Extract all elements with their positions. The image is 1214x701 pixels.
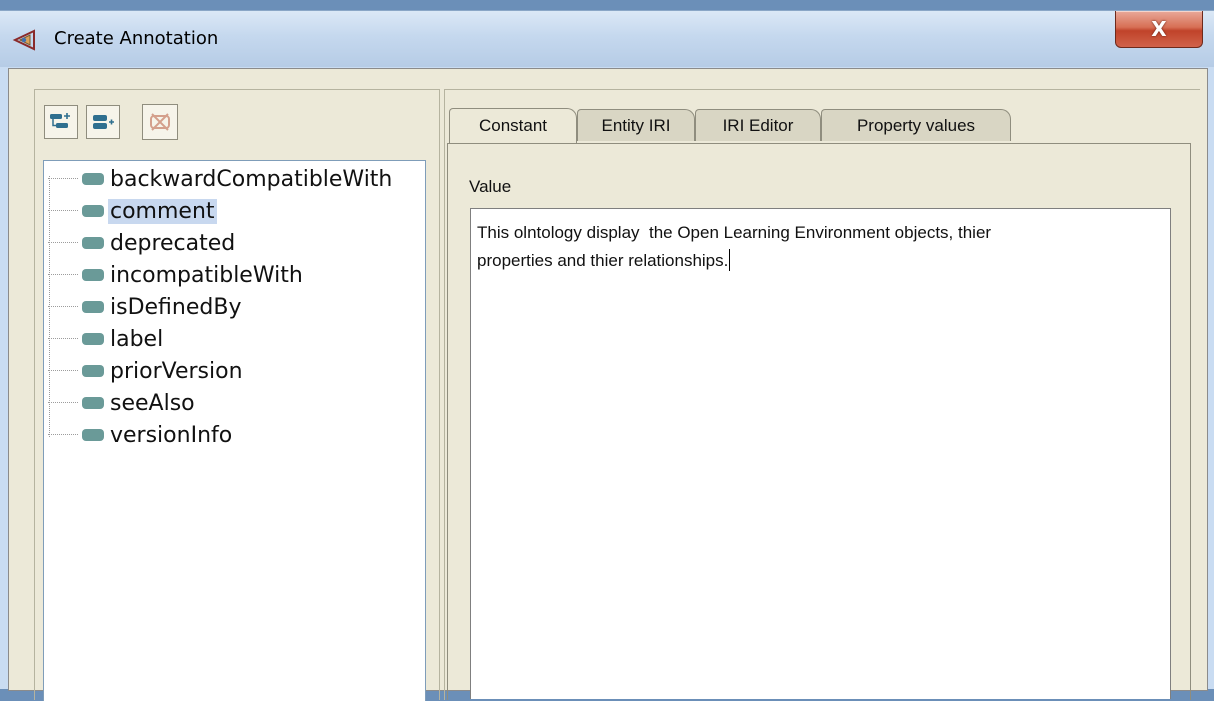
tab-entity-iri[interactable]: Entity IRI [577, 109, 695, 141]
tree-item-seealso[interactable]: seeAlso [44, 388, 197, 418]
text-caret [729, 249, 731, 271]
close-icon: X [1151, 17, 1167, 41]
tree-item-label-prop[interactable]: label [44, 324, 165, 354]
tree-item-label: label [110, 326, 164, 352]
value-text-area[interactable]: This olntology display the Open Learning… [470, 208, 1171, 699]
tree-item-label: backwardCompatibleWith [110, 166, 393, 192]
annotation-property-icon [82, 333, 104, 345]
tree-item-deprecated[interactable]: deprecated [44, 228, 237, 258]
tree-item-priorversion[interactable]: priorVersion [44, 356, 245, 386]
annotation-value-panel: Constant Entity IRI IRI Editor Property … [444, 89, 1200, 700]
close-button[interactable]: X [1115, 11, 1203, 48]
delete-property-button[interactable] [142, 104, 178, 140]
annotation-property-icon [82, 365, 104, 377]
value-label: Value [469, 177, 512, 196]
tree-item-backwardcompatiblewith[interactable]: backwardCompatibleWith [44, 164, 394, 194]
annotation-property-tree[interactable]: backwardCompatibleWith comment deprecate… [43, 160, 426, 701]
annotation-property-icon [82, 173, 104, 185]
tree-item-label: seeAlso [110, 390, 195, 416]
tree-item-label: incompatibleWith [110, 262, 303, 288]
tab-constant[interactable]: Constant [449, 108, 577, 143]
add-sibling-property-icon [93, 115, 114, 129]
annotation-property-icon [82, 397, 104, 409]
tree-item-label: versionInfo [110, 422, 233, 448]
tree-item-comment[interactable]: comment [44, 196, 217, 226]
annotation-property-panel: backwardCompatibleWith comment deprecate… [34, 89, 440, 701]
annotation-property-icon [82, 237, 104, 249]
add-sibling-property-button[interactable] [86, 105, 120, 139]
annotation-property-icon [82, 429, 104, 441]
annotation-property-icon [82, 205, 104, 217]
tree-item-label: priorVersion [110, 358, 243, 384]
add-subproperty-button[interactable] [44, 105, 78, 139]
tree-item-label: deprecated [110, 230, 236, 256]
dialog-client-area: backwardCompatibleWith comment deprecate… [8, 68, 1208, 701]
annotation-property-icon [82, 301, 104, 313]
delete-property-icon [150, 113, 170, 131]
value-text: This olntology display the Open Learning… [477, 223, 992, 270]
annotation-property-icon [82, 269, 104, 281]
tree-item-incompatiblewith[interactable]: incompatibleWith [44, 260, 305, 290]
tree-item-label: isDefinedBy [110, 294, 242, 320]
title-bar[interactable]: Create Annotation X [0, 11, 1214, 67]
tree-item-versioninfo[interactable]: versionInfo [44, 420, 234, 450]
tab-property-values[interactable]: Property values [821, 109, 1011, 141]
tree-item-isdefinedby[interactable]: isDefinedBy [44, 292, 243, 322]
add-subproperty-icon [50, 113, 70, 128]
tab-iri-editor[interactable]: IRI Editor [695, 109, 821, 141]
tree-item-label: comment [108, 198, 217, 224]
protege-app-icon [12, 29, 36, 51]
window-title: Create Annotation [54, 28, 219, 49]
create-annotation-window: Create Annotation X backwardCompatibleWi… [0, 10, 1214, 701]
